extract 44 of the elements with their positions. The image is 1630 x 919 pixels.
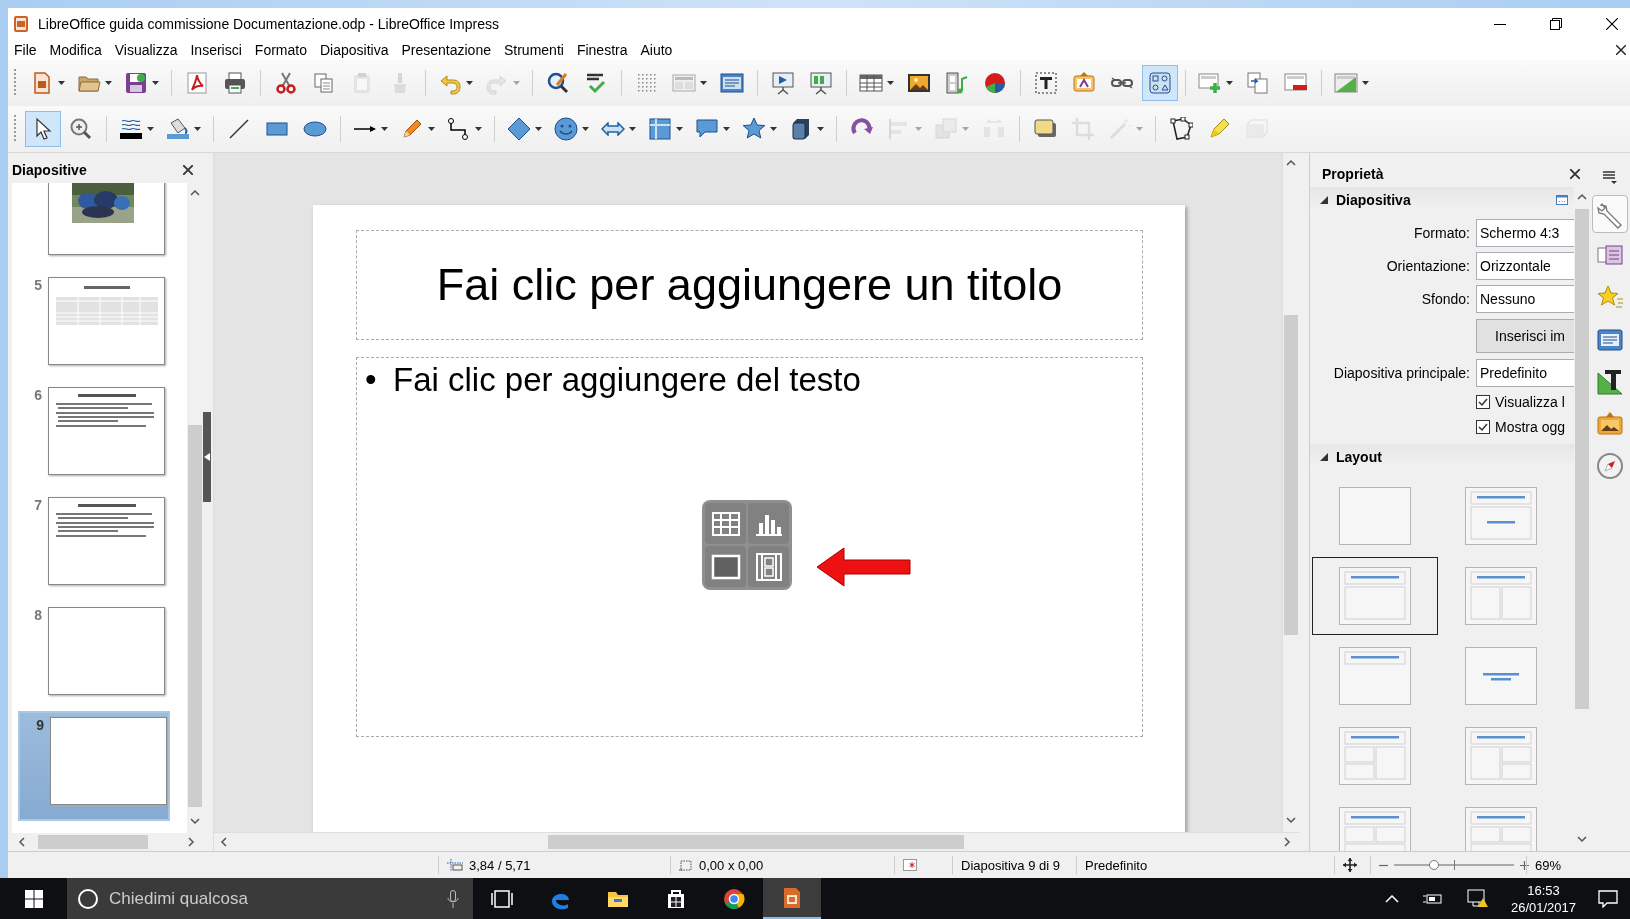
slide-counter: Diapositiva 9 di 9	[961, 857, 1060, 873]
menu-item[interactable]: Inserisci	[190, 42, 242, 58]
cursor-position: 3,84 / 5,71	[469, 857, 531, 873]
search-box[interactable]: Chiedimi qualcosa	[67, 878, 473, 919]
field-label: Diapositiva principale:	[1332, 365, 1470, 381]
dropdown-field[interactable]: Orizzontale	[1476, 252, 1574, 280]
master-slide-name: Predefinito	[1085, 857, 1148, 873]
object-size: 0,00 x 0,00	[699, 857, 764, 873]
menu-item[interactable]: Strumenti	[503, 42, 564, 58]
clock-time: 16:53	[1527, 881, 1560, 899]
menu-item[interactable]: Finestra	[576, 42, 628, 58]
menu-item[interactable]: Formato	[254, 42, 307, 58]
field-label: Sfondo:	[1420, 291, 1470, 307]
menu-item[interactable]: Aiuto	[640, 42, 673, 58]
slide-number: 9	[35, 717, 45, 733]
slide-number: 5	[33, 277, 43, 293]
menu-item[interactable]: Presentazione	[401, 42, 491, 58]
menu-item[interactable]: Modifica	[49, 42, 102, 58]
slide-number: 8	[33, 607, 43, 623]
title-placeholder[interactable]: Fai clic per aggiungere un titolo	[356, 230, 1143, 340]
menu-item[interactable]: Visualizza	[114, 42, 178, 58]
panel-title: Diapositive	[12, 162, 87, 178]
zoom-percentage: 69%	[1535, 857, 1562, 873]
placeholder-text: Fai clic per aggiungere del testo	[393, 361, 861, 399]
placeholder-text: Fai clic per aggiungere un titolo	[436, 259, 1063, 311]
section-title: Layout	[1336, 448, 1382, 465]
menu-item[interactable]: Diapositiva	[319, 42, 389, 58]
clock-date: 26/01/2017	[1510, 898, 1576, 916]
slide-number: 7	[33, 497, 43, 513]
menu-item[interactable]: File	[14, 42, 37, 58]
dropdown-field[interactable]: Predefinito	[1476, 359, 1574, 387]
field-label: Orientazione:	[1385, 258, 1470, 274]
field-label: Formato:	[1413, 225, 1470, 241]
checkbox-label: Visualizza l	[1495, 394, 1565, 410]
section-title: Diapositiva	[1336, 191, 1411, 208]
search-input[interactable]: Chiedimi qualcosa	[107, 887, 439, 910]
bullet: •	[365, 361, 378, 399]
dropdown-field[interactable]: Schermo 4:3	[1476, 219, 1574, 247]
panel-title: Proprietà	[1322, 166, 1384, 182]
slide-number: 6	[33, 387, 43, 403]
insert-image-button[interactable]: Inserisci im	[1476, 319, 1574, 353]
checkbox-label: Mostra ogg	[1495, 419, 1566, 435]
window-title: LibreOffice guida commissione Documentazione.odp - LibreOffice Impress	[38, 16, 499, 32]
dropdown-field[interactable]: Nessuno	[1476, 285, 1574, 313]
